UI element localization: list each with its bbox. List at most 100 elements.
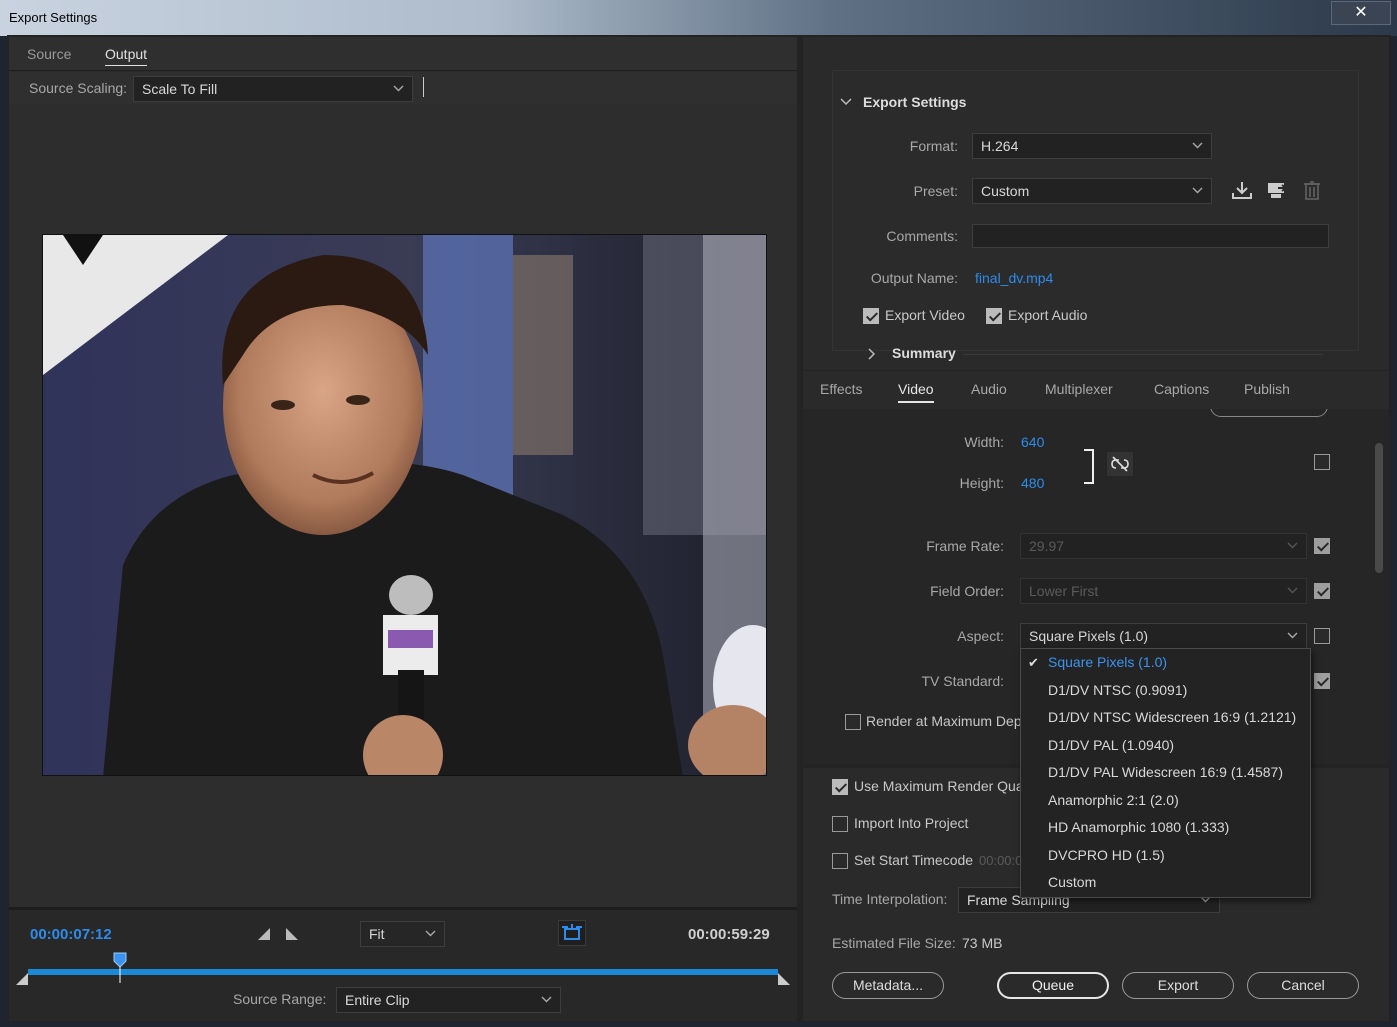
menu-item-dvcpro-hd[interactable]: DVCPRO HD (1.5) xyxy=(1048,847,1165,863)
tab-publish[interactable]: Publish xyxy=(1244,381,1290,397)
format-dropdown[interactable]: H.264 xyxy=(972,133,1212,159)
link-bracket-icon xyxy=(1084,449,1094,484)
comments-label: Comments: xyxy=(886,228,958,244)
tab-source[interactable]: Source xyxy=(27,46,71,62)
menu-item-square-pixels[interactable]: Square Pixels (1.0) xyxy=(1048,654,1167,670)
field-order-value: Lower First xyxy=(1029,583,1099,599)
chevron-down-icon xyxy=(541,996,552,1003)
chevron-down-icon[interactable] xyxy=(840,98,852,106)
tab-multiplexer[interactable]: Multiplexer xyxy=(1045,381,1113,397)
title-bar: Export Settings xyxy=(0,0,1397,36)
chevron-down-icon xyxy=(425,930,436,937)
match-source-button[interactable] xyxy=(1210,409,1328,417)
comments-input[interactable] xyxy=(972,224,1329,248)
tv-standard-match-checkbox[interactable] xyxy=(1314,673,1330,689)
size-override-checkbox[interactable] xyxy=(1314,454,1330,470)
current-timecode[interactable]: 00:00:07:12 xyxy=(30,926,112,943)
aspect-dropdown[interactable]: Square Pixels (1.0) xyxy=(1020,623,1307,649)
close-button[interactable]: ✕ xyxy=(1331,1,1391,25)
unlink-icon xyxy=(1111,456,1129,472)
field-order-dropdown[interactable]: Lower First xyxy=(1020,578,1307,604)
chevron-right-icon[interactable] xyxy=(868,348,876,360)
tab-output[interactable]: Output xyxy=(105,46,148,66)
summary-title[interactable]: Summary xyxy=(892,345,956,361)
import-preset-icon[interactable] xyxy=(1266,180,1288,200)
max-render-quality-checkbox[interactable] xyxy=(832,779,848,795)
chevron-down-icon xyxy=(393,85,404,92)
field-order-match-checkbox[interactable] xyxy=(1314,583,1330,599)
source-scaling-label: Source Scaling: xyxy=(29,80,128,96)
export-audio-checkbox[interactable] xyxy=(986,308,1002,324)
menu-item-anamorphic[interactable]: Anamorphic 2:1 (2.0) xyxy=(1048,792,1179,808)
render-max-depth-label: Render at Maximum Dept xyxy=(866,713,1026,729)
export-video-checkbox[interactable] xyxy=(863,308,879,324)
chevron-down-icon xyxy=(1192,142,1203,149)
tab-effects[interactable]: Effects xyxy=(820,381,863,397)
end-timecode: 00:00:59:29 xyxy=(688,926,770,943)
output-name-link[interactable]: final_dv.mp4 xyxy=(975,270,1053,286)
menu-item-custom[interactable]: Custom xyxy=(1048,874,1096,890)
render-max-depth-checkbox[interactable] xyxy=(845,714,861,730)
output-name-label: Output Name: xyxy=(870,270,958,286)
set-in-point-icon[interactable] xyxy=(257,927,271,941)
max-render-quality-label: Use Maximum Render Qua xyxy=(854,778,1024,794)
set-out-point-icon[interactable] xyxy=(285,927,299,941)
tv-standard-label: TV Standard: xyxy=(921,673,1005,689)
start-timecode-value[interactable]: 00:00:0 xyxy=(979,853,1022,868)
tab-video[interactable]: Video xyxy=(898,381,934,403)
width-value[interactable]: 640 xyxy=(1021,434,1044,450)
format-label: Format: xyxy=(909,138,958,154)
menu-item-hd-anamorphic-1080[interactable]: HD Anamorphic 1080 (1.333) xyxy=(1048,819,1229,835)
tab-audio[interactable]: Audio xyxy=(971,381,1007,397)
playhead[interactable] xyxy=(112,952,128,984)
preset-value: Custom xyxy=(981,183,1030,199)
range-start-handle-icon[interactable] xyxy=(15,972,29,986)
source-range-dropdown[interactable]: Entire Clip xyxy=(336,987,561,1013)
height-value[interactable]: 480 xyxy=(1021,475,1044,491)
playback-controls: 00:00:07:12 Fit 00:00:59:29 Source Range… xyxy=(9,907,797,1021)
height-label: Height: xyxy=(959,475,1004,491)
chevron-down-icon xyxy=(1287,632,1298,639)
tab-captions[interactable]: Captions xyxy=(1154,381,1209,397)
source-range-label: Source Range: xyxy=(233,991,327,1007)
set-start-timecode-checkbox[interactable] xyxy=(832,853,848,869)
save-preset-icon[interactable] xyxy=(1231,180,1253,200)
delete-preset-icon[interactable] xyxy=(1303,180,1321,200)
import-into-project-checkbox[interactable] xyxy=(832,816,848,832)
menu-item-d1-dv-pal-widescreen[interactable]: D1/DV PAL Widescreen 16:9 (1.4587) xyxy=(1048,764,1283,780)
export-settings-title: Export Settings xyxy=(863,94,967,110)
export-video-label: Export Video xyxy=(885,307,965,323)
set-start-timecode-label: Set Start Timecode xyxy=(854,852,974,868)
width-label: Width: xyxy=(964,434,1004,450)
aspect-value: Square Pixels (1.0) xyxy=(1029,628,1149,644)
menu-item-d1-dv-ntsc[interactable]: D1/DV NTSC (0.9091) xyxy=(1048,682,1187,698)
constrain-proportions-button[interactable] xyxy=(1107,452,1133,476)
menu-item-d1-dv-pal[interactable]: D1/DV PAL (1.0940) xyxy=(1048,737,1174,753)
metadata-button[interactable]: Metadata... xyxy=(832,972,944,999)
cancel-button[interactable]: Cancel xyxy=(1247,972,1359,999)
settings-tabs: Effects Video Audio Multiplexer Captions… xyxy=(803,371,1389,409)
preview-panel: Source Output Source Scaling: Scale To F… xyxy=(9,37,797,1021)
menu-item-d1-dv-ntsc-widescreen[interactable]: D1/DV NTSC Widescreen 16:9 (1.2121) xyxy=(1048,709,1296,725)
aspect-dropdown-menu: ✔ Square Pixels (1.0) D1/DV NTSC (0.9091… xyxy=(1020,648,1311,898)
aspect-match-checkbox[interactable] xyxy=(1314,628,1330,644)
zoom-value: Fit xyxy=(369,926,385,942)
zoom-dropdown[interactable]: Fit xyxy=(360,921,445,947)
source-scaling-dropdown[interactable]: Scale To Fill xyxy=(133,76,413,102)
queue-button[interactable]: Queue xyxy=(997,972,1109,999)
frame-rate-dropdown[interactable]: 29.97 xyxy=(1020,533,1307,559)
frame-rate-label: Frame Rate: xyxy=(926,538,1004,554)
preset-dropdown[interactable]: Custom xyxy=(972,178,1212,204)
summary-divider xyxy=(963,354,1323,355)
preview-tabs: Source Output xyxy=(9,37,797,71)
time-interpolation-label: Time Interpolation: xyxy=(832,891,948,907)
chevron-down-icon xyxy=(1287,542,1298,549)
import-into-project-label: Import Into Project xyxy=(854,815,969,831)
frame-rate-match-checkbox[interactable] xyxy=(1314,538,1330,554)
video-panel-scrollbar[interactable] xyxy=(1375,443,1383,573)
aspect-label: Aspect: xyxy=(957,628,1004,644)
range-end-handle-icon[interactable] xyxy=(777,972,791,986)
timeline-range-bar[interactable] xyxy=(28,969,778,975)
export-button[interactable]: Export xyxy=(1122,972,1234,999)
aspect-correction-button[interactable] xyxy=(558,920,586,946)
